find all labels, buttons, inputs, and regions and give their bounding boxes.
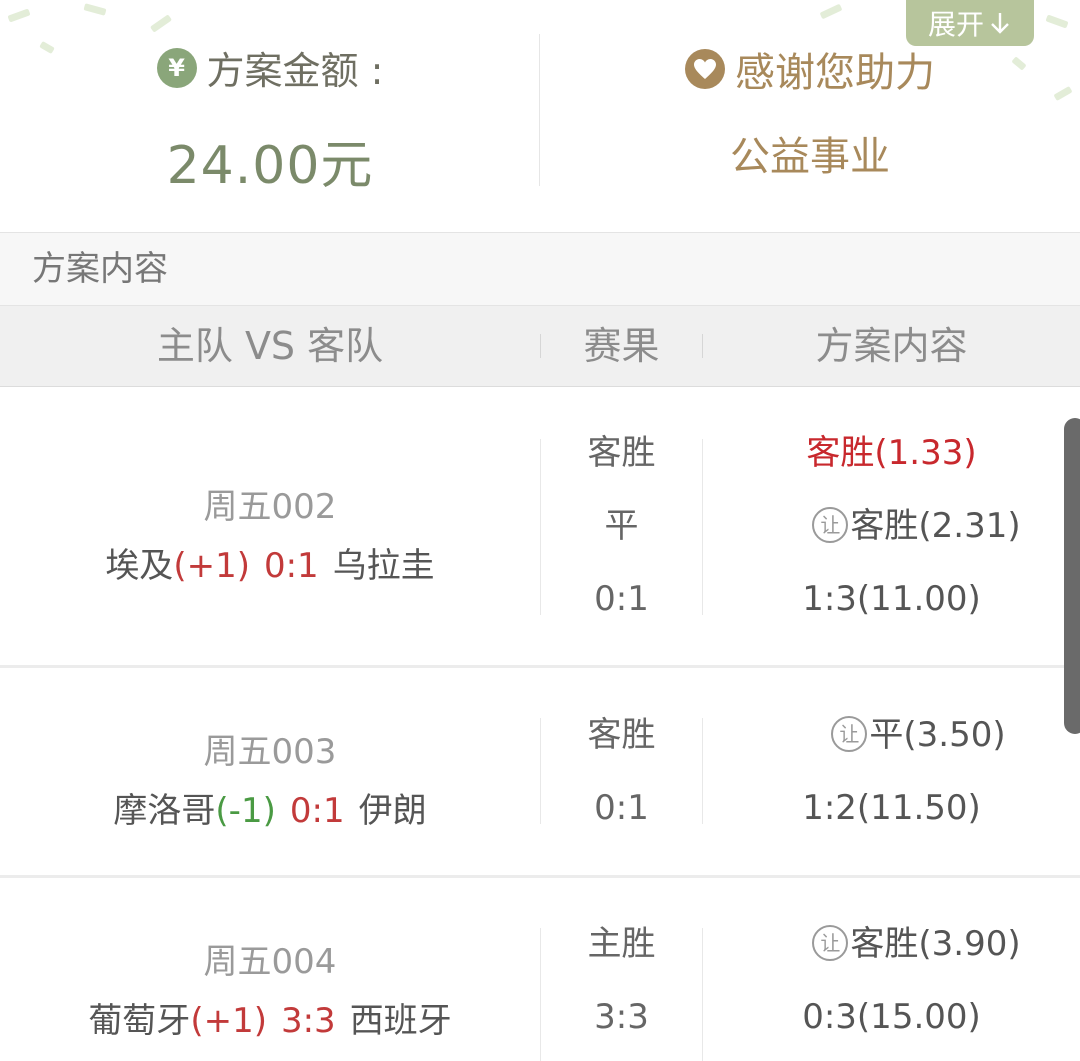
scrollbar-thumb[interactable]	[1064, 418, 1080, 734]
home-team: 葡萄牙	[88, 1001, 191, 1041]
charity-title-text: 感谢您助力	[735, 50, 935, 96]
plan-picks: 让平(3.50) 1:2(11.50)	[703, 699, 1080, 845]
confetti-decoration	[149, 14, 173, 33]
pick-item: 1:2(11.50)	[703, 772, 1080, 845]
pick-item: 让客胜(2.31)	[703, 490, 1080, 563]
handicap-icon: 让	[812, 506, 849, 543]
match-info: 周五002 埃及(+1) 0:1 乌拉圭	[0, 479, 540, 587]
plan-picks: 让客胜(3.90) 0:3(15.00)	[703, 908, 1080, 1054]
pick-item: 客胜(1.33)	[703, 417, 1080, 490]
home-team: 埃及	[105, 546, 174, 586]
confetti-decoration	[1045, 14, 1069, 29]
match-results: 主胜 3:3	[541, 908, 702, 1054]
match-score: 0:1	[289, 791, 345, 831]
pick-label: 客胜	[850, 506, 919, 546]
pick-item: 0:3(15.00)	[703, 981, 1080, 1054]
home-team: 摩洛哥	[113, 791, 216, 831]
handicap-icon: 让	[812, 924, 849, 961]
heart-icon	[685, 49, 725, 89]
match-number: 周五003	[203, 732, 337, 772]
pick-odds: (3.50)	[903, 715, 1006, 755]
match-teams: 埃及(+1) 0:1 乌拉圭	[0, 538, 540, 587]
pick-odds: (3.90)	[918, 924, 1021, 964]
result-item: 0:1	[594, 579, 649, 619]
arrow-down-icon	[991, 13, 1009, 34]
away-team: 乌拉圭	[332, 546, 435, 586]
handicap-icon: 让	[831, 715, 868, 752]
match-score: 3:3	[280, 1001, 336, 1041]
handicap: (-1)	[215, 791, 276, 831]
pick-label: 0:3	[802, 997, 857, 1037]
match-teams: 摩洛哥(-1) 0:1 伊朗	[0, 783, 540, 832]
table-row[interactable]: 周五003 摩洛哥(-1) 0:1 伊朗 客胜 0:1 让平(3.50) 1:2(1…	[0, 668, 1080, 878]
result-item: 平	[604, 506, 639, 546]
match-number: 周五004	[203, 942, 337, 982]
pick-label: 1:3	[802, 579, 857, 619]
match-results: 客胜 平 0:1	[541, 417, 702, 636]
amount-block: ¥ 方案金额 : 24.00元	[0, 40, 540, 198]
result-item: 客胜	[587, 433, 656, 473]
pick-item: 让平(3.50)	[703, 699, 1080, 772]
result-item: 3:3	[594, 997, 649, 1037]
pick-item: 让客胜(3.90)	[703, 908, 1080, 981]
pick-label: 客胜	[850, 924, 919, 964]
plan-picks: 客胜(1.33) 让客胜(2.31) 1:3(11.00)	[703, 417, 1080, 636]
match-results: 客胜 0:1	[541, 699, 702, 845]
section-title: 方案内容	[0, 232, 1080, 306]
handicap: (+1)	[173, 546, 250, 586]
result-item: 客胜	[587, 715, 656, 755]
result-item: 主胜	[587, 924, 656, 964]
expand-label: 展开	[927, 8, 984, 41]
header-result: 赛果	[583, 324, 660, 368]
pick-label: 平	[869, 715, 904, 755]
handicap: (+1)	[190, 1001, 267, 1041]
header-teams: 主队 VS 客队	[156, 324, 384, 368]
amount-value: 24.00元	[166, 136, 374, 196]
match-teams: 葡萄牙(+1) 3:3 西班牙	[0, 993, 540, 1042]
amount-title: ¥ 方案金额 :	[0, 40, 540, 95]
header-content: 方案内容	[815, 324, 968, 368]
match-number: 周五002	[203, 487, 337, 527]
confetti-decoration	[7, 8, 31, 23]
away-team: 伊朗	[358, 791, 427, 831]
charity-subtitle: 公益事业	[730, 134, 890, 180]
confetti-decoration	[83, 3, 107, 16]
pick-label: 1:2	[802, 788, 857, 828]
table-row[interactable]: 周五004 葡萄牙(+1) 3:3 西班牙 主胜 3:3 让客胜(3.90) 0:3…	[0, 878, 1080, 1061]
charity-block: 感谢您助力 公益事业	[540, 40, 1080, 182]
table-header: 主队 VS 客队 赛果 方案内容	[0, 306, 1080, 387]
amount-label: 方案金额 :	[206, 49, 384, 93]
pick-odds: (11.50)	[856, 788, 981, 828]
pick-odds: (1.33)	[874, 433, 977, 473]
pick-odds: (15.00)	[856, 997, 981, 1037]
yen-icon: ¥	[156, 47, 197, 88]
table-row[interactable]: 周五002 埃及(+1) 0:1 乌拉圭 客胜 平 0:1 客胜(1.33) 让客胜…	[0, 387, 1080, 668]
pick-odds: (2.31)	[918, 506, 1021, 546]
charity-title: 感谢您助力	[540, 40, 1080, 98]
pick-item: 1:3(11.00)	[703, 563, 1080, 636]
result-item: 0:1	[594, 788, 649, 828]
pick-odds: (11.00)	[856, 579, 981, 619]
pick-label: 客胜	[806, 433, 875, 473]
match-info: 周五004 葡萄牙(+1) 3:3 西班牙	[0, 934, 540, 1042]
confetti-decoration	[819, 3, 843, 20]
away-team: 西班牙	[349, 1001, 452, 1041]
match-info: 周五003 摩洛哥(-1) 0:1 伊朗	[0, 724, 540, 832]
match-score: 0:1	[263, 546, 319, 586]
plan-summary: 展开 ¥ 方案金额 : 24.00元 感谢您助力 公益事业	[0, 0, 1080, 232]
